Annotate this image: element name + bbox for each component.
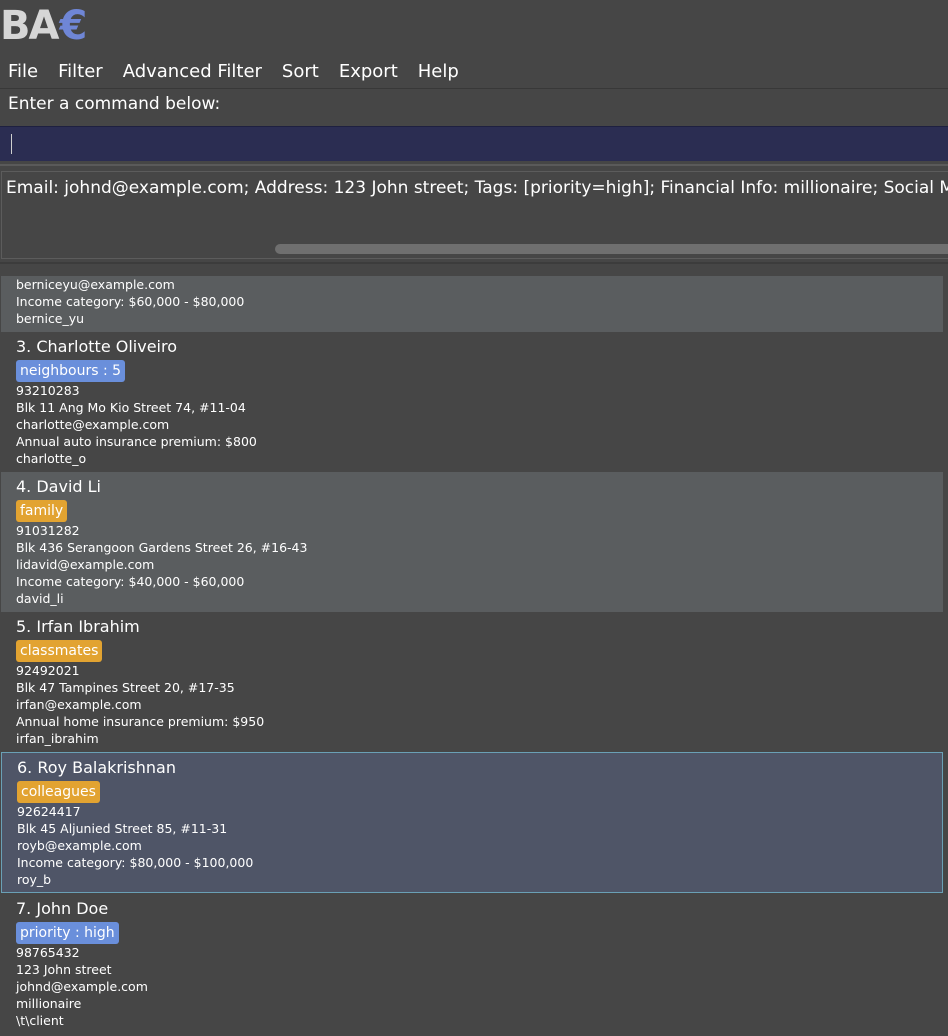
- menu-advanced-filter[interactable]: Advanced Filter: [113, 56, 272, 88]
- result-text: Email: johnd@example.com; Address: 123 J…: [6, 178, 948, 198]
- person-tag: colleagues: [17, 781, 100, 803]
- person-address: Blk 11 Ang Mo Kio Street 74, #11-04: [16, 400, 246, 415]
- person-name: 6. Roy Balakrishnan: [17, 758, 176, 777]
- person-financial: Annual auto insurance premium: $800: [16, 434, 257, 449]
- person-address: 123 John street: [16, 962, 112, 977]
- logo-euro-symbol: €: [59, 3, 87, 49]
- person-financial: Income category: $60,000 - $80,000: [16, 294, 245, 309]
- menu-file[interactable]: File: [0, 56, 48, 88]
- divider: [0, 164, 948, 166]
- person-email: berniceyu@example.com: [16, 277, 175, 292]
- person-card[interactable]: 4. David Li family 91031282 Blk 436 Sera…: [1, 472, 943, 612]
- person-tag: classmates: [16, 640, 103, 662]
- menu-help[interactable]: Help: [408, 56, 469, 88]
- person-card[interactable]: 7. John Doe priority : high 98765432 123…: [1, 894, 943, 1036]
- person-name: 7. John Doe: [16, 899, 109, 918]
- person-address: Blk 47 Tampines Street 20, #17-35: [16, 680, 235, 695]
- person-phone: 92492021: [16, 663, 80, 678]
- person-phone: 98765432: [16, 945, 80, 960]
- menu-filter[interactable]: Filter: [48, 56, 113, 88]
- menu-bar: File Filter Advanced Filter Sort Export …: [0, 56, 948, 89]
- person-name: 5. Irfan Ibrahim: [16, 617, 140, 636]
- person-social: bernice_yu: [16, 311, 85, 326]
- person-card-selected[interactable]: 6. Roy Balakrishnan colleagues 92624417 …: [1, 752, 943, 893]
- person-financial: millionaire: [16, 996, 82, 1011]
- command-label: Enter a command below:: [8, 94, 221, 114]
- logo-text: BA: [0, 3, 59, 49]
- result-display: Email: johnd@example.com; Address: 123 J…: [1, 171, 948, 259]
- app-logo: BA€: [0, 2, 87, 54]
- person-name: 4. David Li: [16, 477, 101, 496]
- person-social: irfan_ibrahim: [16, 731, 99, 746]
- person-phone: 93210283: [16, 383, 80, 398]
- divider: [0, 262, 948, 264]
- person-address: Blk 45 Aljunied Street 85, #11-31: [17, 821, 228, 836]
- person-email: lidavid@example.com: [16, 557, 155, 572]
- person-social: roy_b: [17, 872, 52, 887]
- person-financial: Income category: $80,000 - $100,000: [17, 855, 254, 870]
- person-phone: 91031282: [16, 523, 80, 538]
- menu-export[interactable]: Export: [329, 56, 408, 88]
- person-card[interactable]: 5. Irfan Ibrahim classmates 92492021 Blk…: [1, 612, 943, 752]
- person-tag: family: [16, 500, 68, 522]
- horizontal-scrollbar[interactable]: [275, 244, 948, 254]
- person-phone: 92624417: [17, 804, 81, 819]
- person-tag: priority : high: [16, 922, 119, 944]
- menu-sort[interactable]: Sort: [272, 56, 329, 88]
- person-email: royb@example.com: [17, 838, 142, 853]
- person-card[interactable]: 3. Charlotte Oliveiro neighbours : 5 932…: [1, 332, 943, 472]
- text-caret: [11, 134, 12, 154]
- person-address: Blk 436 Serangoon Gardens Street 26, #16…: [16, 540, 308, 555]
- person-card-partial[interactable]: berniceyu@example.com Income category: $…: [1, 276, 943, 332]
- command-input[interactable]: [0, 126, 948, 161]
- person-list[interactable]: berniceyu@example.com Income category: $…: [0, 268, 948, 1036]
- person-email: charlotte@example.com: [16, 417, 170, 432]
- person-name: 3. Charlotte Oliveiro: [16, 337, 178, 356]
- person-financial: Annual home insurance premium: $950: [16, 714, 265, 729]
- person-financial: Income category: $40,000 - $60,000: [16, 574, 245, 589]
- person-email: irfan@example.com: [16, 697, 142, 712]
- person-social: david_li: [16, 591, 64, 606]
- person-social: charlotte_o: [16, 451, 87, 466]
- person-email: johnd@example.com: [16, 979, 148, 994]
- person-tag: neighbours : 5: [16, 360, 126, 382]
- person-social: \t\client: [16, 1013, 64, 1028]
